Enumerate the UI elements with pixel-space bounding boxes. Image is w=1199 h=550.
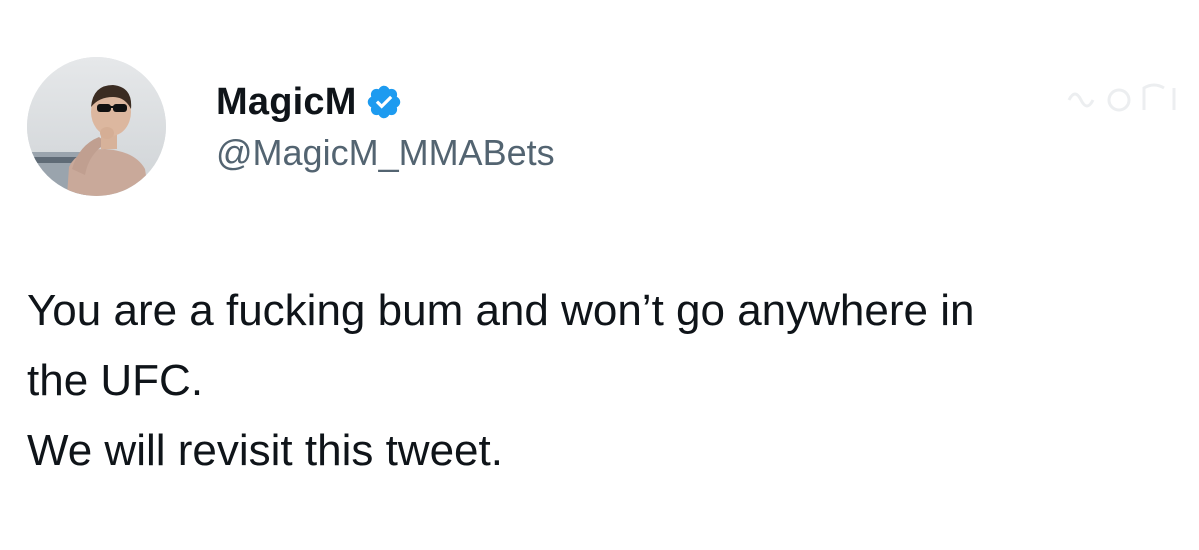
tweet-card: MagicM @MagicM_MMABets You are a fucking… — [0, 0, 1199, 550]
verified-badge-icon — [365, 83, 403, 121]
avatar-photo-icon — [27, 57, 166, 196]
author-handle[interactable]: @MagicM_MMABets — [216, 131, 555, 175]
tweet-header: MagicM @MagicM_MMABets — [27, 57, 555, 196]
author-avatar[interactable] — [27, 57, 166, 196]
display-name-row: MagicM — [216, 79, 555, 125]
faint-watermark — [1067, 83, 1176, 112]
tweet-text: You are a fucking bum and won’t go anywh… — [27, 276, 1177, 486]
author-names: MagicM @MagicM_MMABets — [216, 79, 555, 175]
display-name[interactable]: MagicM — [216, 79, 357, 125]
tweet-text-line: You are a fucking bum and won’t go anywh… — [27, 286, 975, 335]
tweet-text-line: We will revisit this tweet. — [27, 426, 503, 475]
tweet-text-line: the UFC. — [27, 356, 204, 405]
